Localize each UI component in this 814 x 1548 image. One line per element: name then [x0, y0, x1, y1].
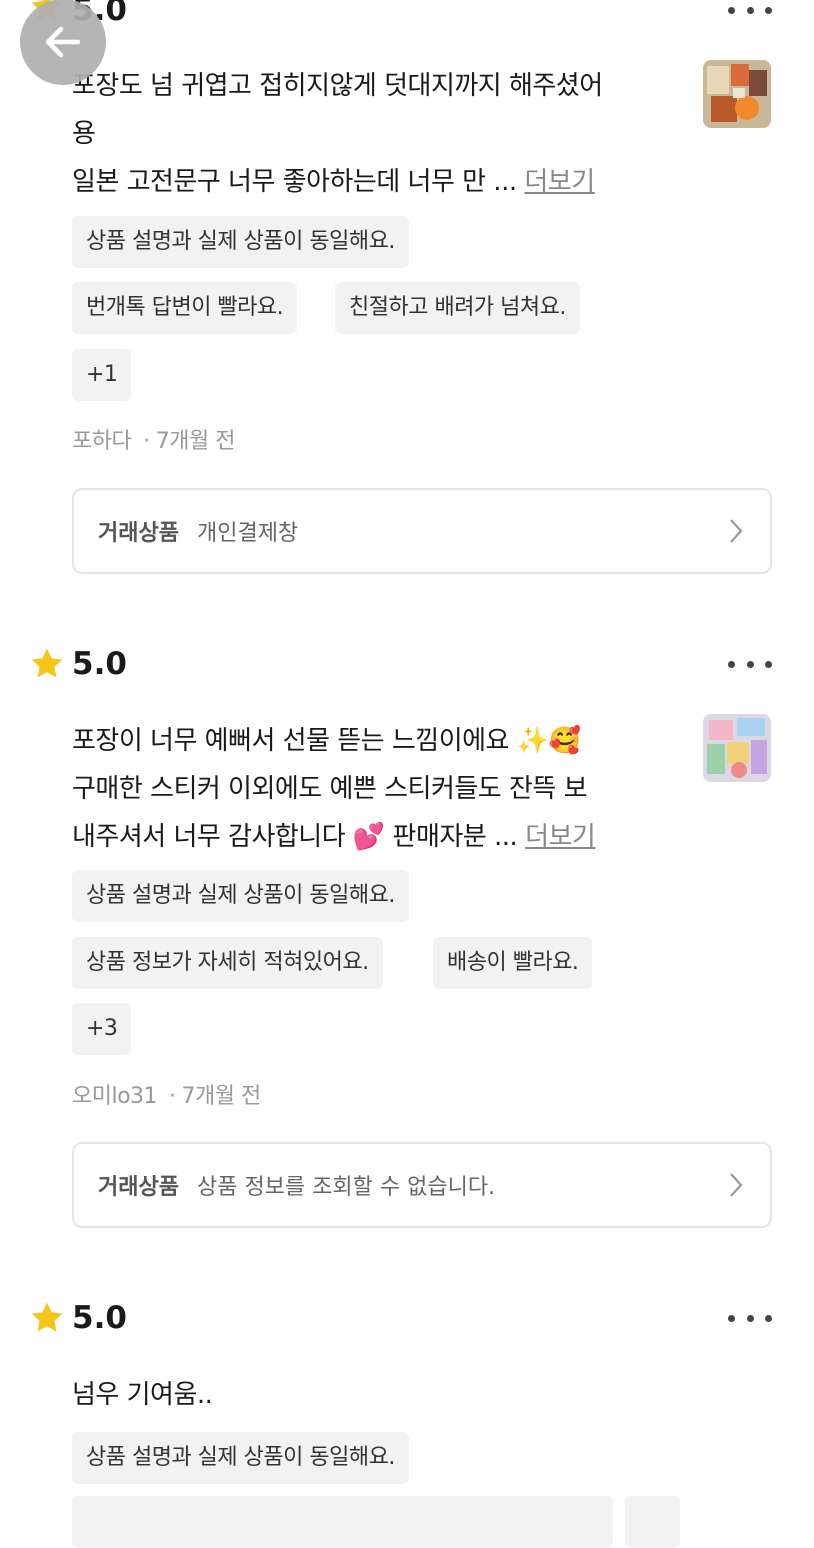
review-text-line: 포장도 넘 귀엽고 접히지않게 덧대지까지 해주셨어 — [72, 71, 603, 101]
traded-product-row[interactable]: 거래상품 개인결제창 — [72, 488, 772, 574]
review-time: 7개월 전 — [181, 1084, 262, 1109]
product-label: 거래상품 — [98, 1175, 179, 1200]
more-options-button[interactable] — [728, 1308, 772, 1328]
more-options-button[interactable] — [728, 654, 772, 674]
product-name: 개인결제창 — [196, 521, 299, 546]
star-icon — [28, 1299, 66, 1337]
product-name: 상품 정보를 조회할 수 없습니다. — [196, 1175, 496, 1200]
rating-score: 5.0 — [72, 646, 127, 682]
star-icon — [28, 645, 66, 683]
review-text: 포장도 넘 귀엽고 접히지않게 덧대지까지 해주셨어 용 일본 고전문구 너무 … — [72, 62, 682, 206]
review-text: 포장이 너무 예뻐서 선물 뜯는 느낌이에요 ✨🥰 구매한 스티커 이외에도 예… — [72, 717, 682, 861]
review-photo-thumbnail[interactable] — [703, 714, 771, 782]
review-text-line: 용 — [72, 119, 96, 149]
review-text-line: 내주셔서 너무 감사합니다 💕 판매자분 ... 더보기 — [72, 822, 596, 852]
traded-product-row[interactable]: 거래상품 상품 정보를 조회할 수 없습니다. — [72, 1142, 772, 1228]
review-text-line: 구매한 스티커 이외에도 예쁜 스티커들도 잔뜩 보 — [72, 774, 588, 804]
chevron-right-icon — [730, 519, 743, 543]
review-photo-thumbnail[interactable] — [703, 60, 771, 128]
review-tag — [438, 1496, 613, 1548]
review-tag: 상품 설명과 실제 상품이 동일해요. — [72, 870, 409, 922]
review-tag — [625, 1496, 680, 1548]
review-tag — [72, 1496, 462, 1548]
review-meta: 오미lo31 · 7개월 전 — [72, 1084, 262, 1109]
review-text-line: 포장이 너무 예뻐서 선물 뜯는 느낌이에요 ✨🥰 — [72, 726, 581, 756]
see-more-link[interactable]: 더보기 — [524, 167, 595, 197]
more-dots-icon — [728, 1314, 735, 1322]
review-tag: 상품 설명과 실제 상품이 동일해요. — [72, 1432, 409, 1484]
more-dots-icon — [728, 660, 735, 668]
reviewer-name[interactable]: 포하다 — [72, 429, 132, 454]
more-dots-icon — [728, 6, 735, 14]
more-tags-button[interactable]: +3 — [72, 1003, 132, 1055]
back-arrow-icon — [45, 26, 81, 58]
review-tag: 배송이 빨라요. — [433, 937, 593, 989]
review-tag: 번개톡 답변이 빨라요. — [72, 282, 298, 334]
review-tag: 상품 정보가 자세히 적혀있어요. — [72, 937, 383, 989]
review-text-line: 일본 고전문구 너무 좋아하는데 너무 만 ... 더보기 — [72, 167, 595, 197]
review-text-line: 넘우 기여움.. — [72, 1380, 213, 1410]
reviewer-name[interactable]: 오미lo31 — [72, 1084, 158, 1109]
review-tag: 상품 설명과 실제 상품이 동일해요. — [72, 216, 409, 268]
back-button[interactable] — [20, 0, 106, 85]
see-more-link[interactable]: 더보기 — [525, 822, 596, 852]
product-label: 거래상품 — [98, 521, 179, 546]
review-tag: 친절하고 배려가 넘쳐요. — [335, 282, 580, 334]
chevron-right-icon — [730, 1173, 743, 1197]
rating-score: 5.0 — [72, 1300, 127, 1336]
more-tags-button[interactable]: +1 — [72, 349, 132, 401]
more-options-button[interactable] — [728, 0, 772, 20]
review-text: 넘우 기여움.. — [72, 1371, 682, 1419]
review-meta: 포하다 · 7개월 전 — [72, 429, 236, 454]
review-time: 7개월 전 — [155, 429, 236, 454]
